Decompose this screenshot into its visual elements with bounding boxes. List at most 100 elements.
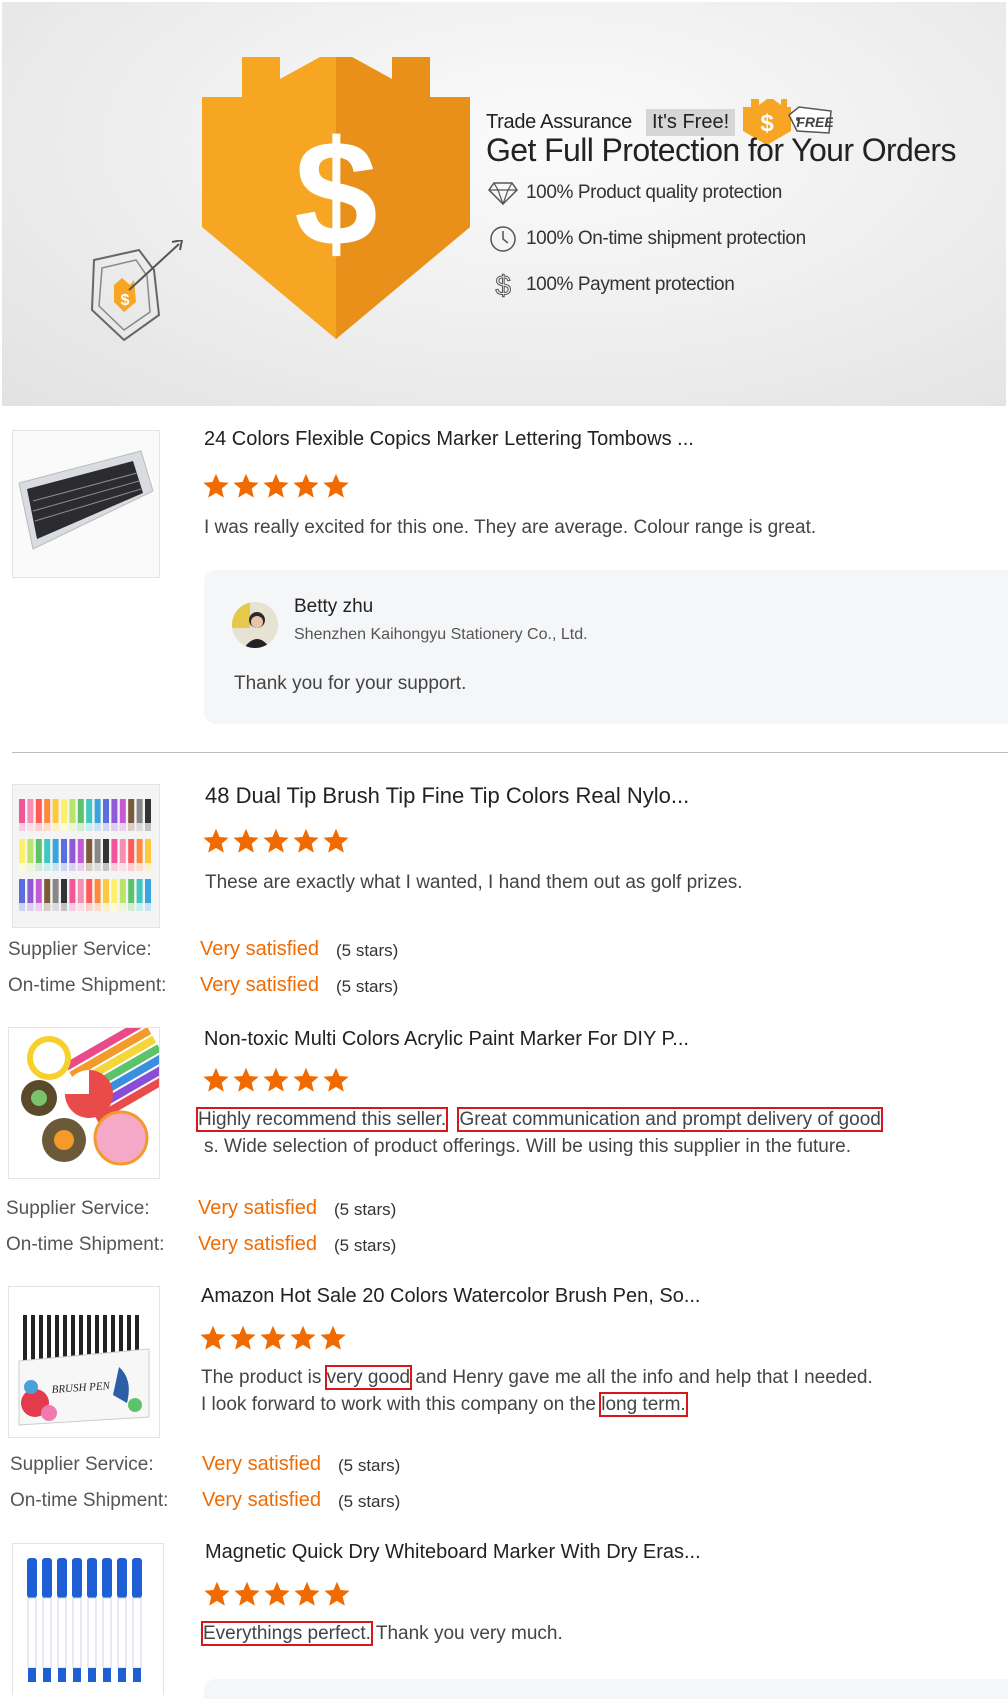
review-text-line2: I look forward to work with this company… — [201, 1391, 688, 1418]
star-icon — [230, 1325, 256, 1350]
free-tag-text: FREE — [796, 114, 833, 130]
star-icon — [263, 1067, 289, 1092]
trade-assurance-label: Trade Assurance — [486, 110, 632, 133]
ontime-shipment-label: On-time Shipment: — [10, 1490, 169, 1511]
product-thumbnail[interactable] — [12, 1543, 164, 1695]
supplier-reply — [204, 1679, 1008, 1699]
feature-text: 100% On-time shipment protection — [526, 228, 806, 249]
review-text: I was really excited for this one. They … — [204, 517, 817, 538]
star-icon — [203, 1067, 229, 1092]
supplier-service-value: Very satisfied — [200, 938, 319, 960]
supplier-service-rating: Supplier Service: Very satisfied (5 star… — [10, 1453, 1008, 1476]
star-icon — [293, 828, 319, 853]
star-icon — [293, 1067, 319, 1092]
ontime-shipment-value: Very satisfied — [198, 1233, 317, 1255]
divider — [12, 752, 1008, 753]
highlight: very good — [324, 1365, 413, 1390]
star-icon — [200, 1325, 226, 1350]
star-rating — [202, 827, 350, 855]
supplier-reply: Betty zhu Shenzhen Kaihongyu Stationery … — [204, 570, 1008, 724]
star-icon — [234, 1581, 260, 1606]
supplier-service-stars: (5 stars) — [334, 1200, 397, 1219]
banner-headline: Get Full Protection for Your Orders — [486, 132, 957, 168]
star-icon — [263, 828, 289, 853]
highlight: Highly recommend this seller. — [195, 1107, 449, 1132]
star-icon — [260, 1325, 286, 1350]
ontime-shipment-stars: (5 stars) — [334, 1236, 397, 1255]
text-segment: The product is — [201, 1367, 327, 1388]
ontime-shipment-value: Very satisfied — [202, 1489, 321, 1511]
product-title[interactable]: 24 Colors Flexible Copics Marker Letteri… — [204, 428, 694, 451]
supplier-service-rating: Supplier Service: Very satisfied (5 star… — [8, 938, 1008, 961]
star-icon — [233, 828, 259, 853]
ontime-shipment-stars: (5 stars) — [338, 1492, 401, 1511]
highlight: Great communication and prompt delivery … — [457, 1107, 883, 1132]
ontime-shipment-stars: (5 stars) — [336, 977, 399, 996]
text-segment: I look forward to work with this company… — [201, 1394, 602, 1415]
product-title[interactable]: Non-toxic Multi Colors Acrylic Paint Mar… — [204, 1028, 689, 1051]
supplier-service-value: Very satisfied — [198, 1197, 317, 1219]
supplier-service-label: Supplier Service: — [6, 1198, 150, 1219]
ontime-shipment-label: On-time Shipment: — [8, 975, 167, 996]
star-icon — [233, 1067, 259, 1092]
product-title[interactable]: 48 Dual Tip Brush Tip Fine Tip Colors Re… — [205, 783, 689, 809]
review-text: These are exactly what I wanted, I hand … — [205, 872, 743, 893]
supplier-service-value: Very satisfied — [202, 1453, 321, 1475]
ontime-shipment-label: On-time Shipment: — [6, 1234, 165, 1255]
ontime-shipment-rating: On-time Shipment: Very satisfied (5 star… — [6, 1233, 1006, 1256]
product-thumbnail[interactable]: BRUSH PEN — [8, 1286, 160, 1438]
trade-assurance-banner: $ $ Trade Assurance It's Free! $ FREE Ge… — [2, 2, 1006, 406]
review-text-line1: Highly recommend this seller. Great comm… — [195, 1106, 883, 1133]
reply-message: Thank you for your support. — [234, 673, 467, 694]
feature-text: 100% Payment protection — [526, 274, 735, 295]
star-icon — [323, 828, 349, 853]
clock-icon — [488, 224, 518, 254]
star-icon — [203, 828, 229, 853]
highlight: long term. — [599, 1392, 688, 1417]
text-segment: and Henry gave me all the info and help … — [410, 1367, 873, 1388]
star-icon — [290, 1325, 316, 1350]
product-title[interactable]: Amazon Hot Sale 20 Colors Watercolor Bru… — [201, 1285, 700, 1308]
ontime-shipment-rating: On-time Shipment: Very satisfied (5 star… — [10, 1489, 1008, 1512]
castle-dollar-icon: $ — [202, 57, 470, 339]
star-icon — [320, 1325, 346, 1350]
feature-shipment: 100% On-time shipment protection — [488, 224, 806, 254]
feature-text: 100% Product quality protection — [526, 182, 782, 203]
star-icon — [263, 473, 289, 498]
star-rating — [202, 1066, 350, 1094]
star-icon — [294, 1581, 320, 1606]
highlight: Everythings perfect. — [201, 1621, 373, 1646]
star-icon — [323, 473, 349, 498]
feature-product-quality: 100% Product quality protection — [488, 178, 782, 208]
star-rating — [203, 1580, 351, 1608]
svg-text:$: $ — [294, 109, 377, 277]
text-segment: Thank you very much. — [370, 1623, 563, 1644]
star-icon — [264, 1581, 290, 1606]
star-icon — [203, 473, 229, 498]
reply-author-name: Betty zhu — [294, 596, 374, 617]
review-text-line1: The product is very good and Henry gave … — [201, 1364, 873, 1391]
svg-text:$: $ — [495, 270, 511, 300]
svg-text:$: $ — [121, 292, 130, 309]
avatar — [232, 602, 278, 648]
supplier-service-stars: (5 stars) — [338, 1456, 401, 1475]
review-text: Everythings perfect. Thank you very much… — [201, 1620, 563, 1647]
product-thumbnail[interactable] — [12, 784, 160, 928]
star-icon — [323, 1067, 349, 1092]
shield-arrow-icon: $ — [90, 240, 184, 342]
product-title[interactable]: Magnetic Quick Dry Whiteboard Marker Wit… — [205, 1541, 701, 1564]
supplier-service-label: Supplier Service: — [10, 1454, 154, 1475]
diamond-icon — [488, 178, 518, 208]
supplier-service-rating: Supplier Service: Very satisfied (5 star… — [6, 1197, 1006, 1220]
star-rating — [199, 1324, 347, 1352]
product-thumbnail[interactable] — [8, 1027, 160, 1179]
star-icon — [324, 1581, 350, 1606]
star-rating — [202, 472, 350, 500]
review-text-line2: s. Wide selection of product offerings. … — [204, 1136, 852, 1157]
feature-payment: $ 100% Payment protection — [488, 270, 735, 300]
product-thumbnail[interactable] — [12, 430, 160, 578]
reply-company: Shenzhen Kaihongyu Stationery Co., Ltd. — [294, 626, 588, 643]
star-icon — [233, 473, 259, 498]
ontime-shipment-value: Very satisfied — [200, 974, 319, 996]
supplier-service-label: Supplier Service: — [8, 939, 152, 960]
